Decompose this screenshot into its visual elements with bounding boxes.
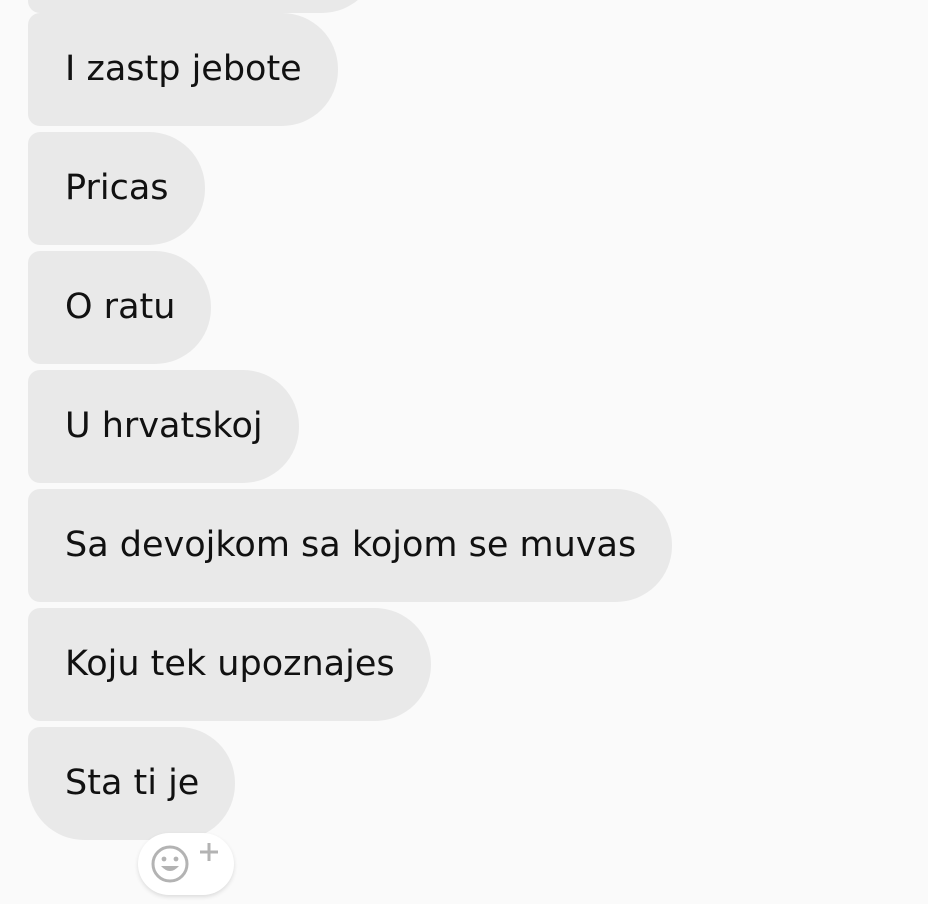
- previous-message-bubble[interactable]: [28, 0, 378, 13]
- message-text: Koju tek upoznajes: [65, 644, 395, 684]
- message-thread: I zastp jebote Pricas O ratu U hrvatskoj…: [0, 0, 928, 904]
- message-bubble[interactable]: Pricas: [28, 132, 205, 245]
- message-text: Sa devojkom sa kojom se muvas: [65, 525, 637, 565]
- add-reaction-icon: [151, 843, 218, 883]
- message-text: Sta ti je: [65, 763, 200, 803]
- message-bubble[interactable]: Sta ti je: [28, 727, 236, 840]
- message-text: O ratu: [65, 287, 176, 327]
- message-text: Pricas: [65, 168, 169, 208]
- message-bubble[interactable]: I zastp jebote: [28, 13, 338, 126]
- message-bubble[interactable]: Koju tek upoznajes: [28, 608, 431, 721]
- message-bubble[interactable]: O ratu: [28, 251, 212, 364]
- add-reaction-button[interactable]: [138, 833, 234, 895]
- message-bubble[interactable]: U hrvatskoj: [28, 370, 299, 483]
- message-text: U hrvatskoj: [65, 406, 263, 446]
- message-bubble[interactable]: Sa devojkom sa kojom se muvas: [28, 489, 673, 602]
- message-text: I zastp jebote: [65, 49, 302, 89]
